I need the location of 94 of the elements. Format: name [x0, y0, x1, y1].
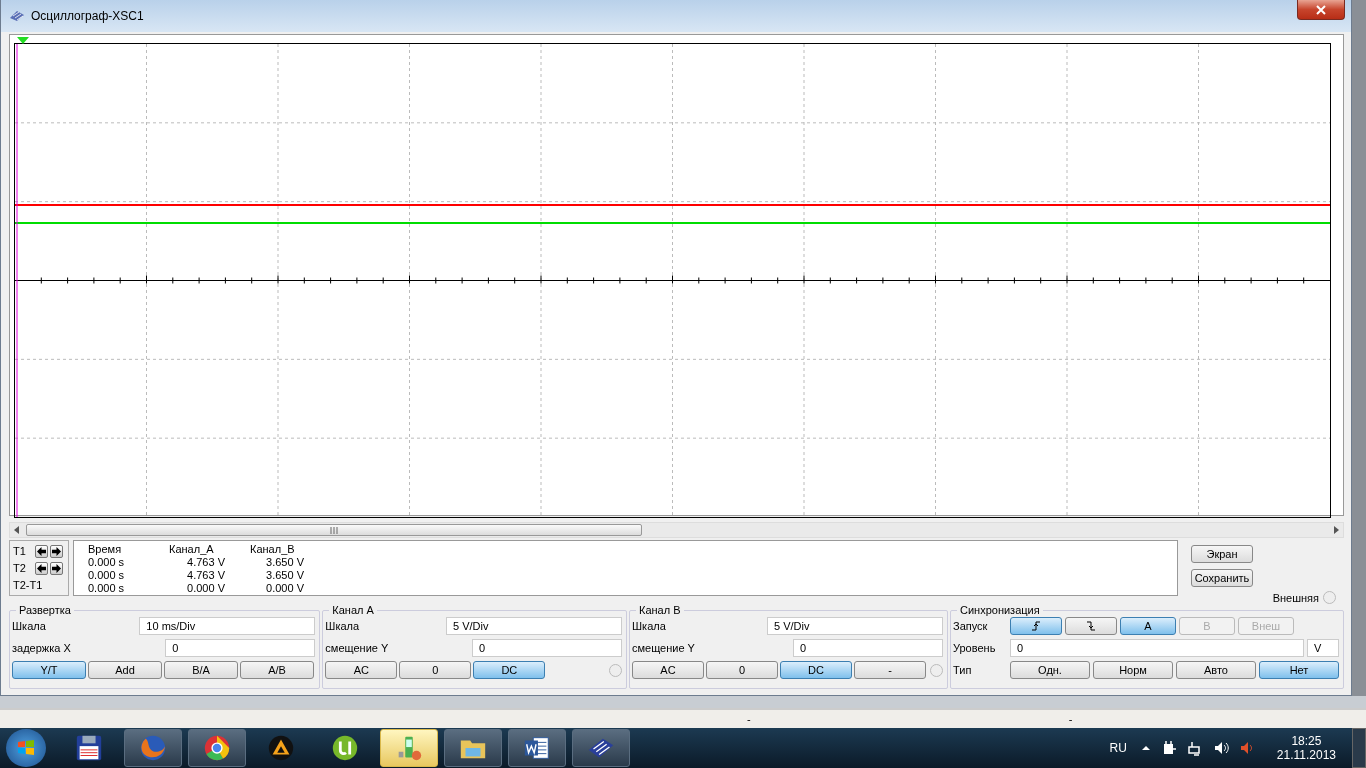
windows-logo-icon — [16, 738, 36, 758]
side-button[interactable]: Экран — [1191, 545, 1253, 563]
clock[interactable]: 18:25 21.11.2013 — [1276, 734, 1336, 762]
scroll-right-icon[interactable] — [1333, 526, 1339, 534]
edge-button[interactable] — [1010, 617, 1062, 635]
cursor-marker-icon[interactable] — [17, 37, 29, 44]
channel-radio[interactable] — [930, 663, 943, 677]
mode-button[interactable]: B/A — [164, 661, 238, 679]
type-button[interactable]: Норм — [1093, 661, 1173, 679]
coupling-button[interactable]: - — [854, 661, 926, 679]
scroll-left-icon[interactable] — [14, 526, 20, 534]
table-cell-text: 0.000 s — [87, 582, 126, 595]
input-field[interactable]: 0 — [793, 639, 943, 657]
coupling-button[interactable]: DC — [473, 661, 546, 679]
type-button[interactable]: Одн. — [1010, 661, 1090, 679]
input-field[interactable]: 5 V/Div — [767, 617, 943, 635]
mode-button[interactable]: A/B — [240, 661, 314, 679]
network-icon[interactable] — [1186, 740, 1203, 756]
close-button[interactable] — [1297, 0, 1345, 20]
horizontal-scrollbar[interactable] — [9, 522, 1344, 538]
move-left-button[interactable] — [35, 544, 48, 558]
move-right-button[interactable] — [50, 561, 63, 575]
input-field[interactable]: 10 ms/Div — [139, 617, 316, 635]
coupling-button[interactable]: AC — [325, 661, 398, 679]
input-field[interactable]: 0 — [165, 639, 316, 657]
app-icon — [9, 10, 25, 22]
field-label: смещение Y — [325, 642, 390, 654]
table-cell-text: 0.000 V — [265, 582, 304, 595]
scroll-thumb[interactable] — [26, 524, 642, 536]
fox-globe-icon — [138, 733, 168, 763]
language-indicator[interactable]: RU — [1109, 741, 1127, 755]
taskbar-app-button[interactable] — [444, 729, 502, 767]
channel-radio[interactable] — [609, 663, 622, 677]
mode-button[interactable]: Y/T — [12, 661, 86, 679]
start-button[interactable] — [6, 729, 46, 767]
table-cell-text: 0.000 s — [87, 569, 126, 582]
group-title: Синхронизация — [959, 604, 1041, 616]
coupling-button[interactable]: AC — [632, 661, 704, 679]
mode-button[interactable]: Add — [88, 661, 162, 679]
input-field[interactable]: 0 — [1010, 639, 1304, 657]
taskbar-app-button[interactable] — [188, 729, 246, 767]
side-button[interactable]: Сохранить — [1191, 569, 1253, 587]
move-left-button[interactable] — [35, 561, 48, 575]
source-button[interactable]: A — [1120, 617, 1176, 635]
column-header: Время — [87, 543, 123, 556]
input-field[interactable]: 5 V/Div — [446, 617, 622, 635]
falling-edge-icon — [1086, 621, 1096, 631]
status-text: - — [747, 713, 751, 725]
group-title: Канал A — [331, 604, 375, 616]
close-icon — [1316, 4, 1326, 15]
round-browser-icon — [202, 733, 232, 763]
triangle-player-icon — [266, 733, 296, 763]
clock-time: 18:25 — [1291, 734, 1322, 748]
status-text: - — [1068, 713, 1073, 725]
field-label: смещение Y — [632, 642, 696, 654]
coupling-button[interactable]: 0 — [706, 661, 778, 679]
move-right-button[interactable] — [50, 544, 63, 558]
table-cell-text: 4.763 V — [186, 556, 225, 569]
mu-letter-icon — [330, 733, 360, 763]
coupling-button[interactable]: DC — [780, 661, 852, 679]
coupling-button[interactable]: 0 — [399, 661, 472, 679]
table-cell-text: 3.650 V — [265, 556, 304, 569]
external-label: Внешняя — [1272, 591, 1319, 604]
input-field[interactable]: 0 — [472, 639, 622, 657]
cursor-label: T2-T1 — [13, 579, 43, 591]
field-label: Запуск — [953, 620, 989, 632]
rising-edge-icon — [1031, 621, 1041, 631]
type-button[interactable]: Авто — [1176, 661, 1256, 679]
volume-icon[interactable] — [1212, 740, 1229, 756]
window-title: Осциллограф-XSC1 — [31, 9, 144, 23]
clock-date: 21.11.2013 — [1276, 748, 1336, 762]
speaker-icon[interactable] — [1238, 740, 1255, 756]
column-header: Канал_B — [249, 543, 296, 556]
edge-button[interactable] — [1065, 617, 1117, 635]
unit-field[interactable]: V — [1307, 639, 1339, 657]
table-cell-text: 3.650 V — [265, 569, 304, 582]
cursor-label: T1 — [13, 545, 27, 557]
field-label: Шкала — [325, 620, 361, 632]
table-cell-text: 0.000 s — [87, 556, 126, 569]
cursor-label: T2 — [13, 562, 27, 574]
field-label: Уровень — [953, 642, 997, 654]
field-label: Тип — [953, 664, 973, 676]
field-label: Шкала — [12, 620, 47, 632]
type-button[interactable]: Нет — [1259, 661, 1339, 679]
column-header: Канал_A — [168, 543, 215, 556]
taskbar-app-button[interactable] — [508, 729, 566, 767]
group-title: Канал B — [638, 604, 682, 616]
external-radio[interactable] — [1323, 591, 1336, 604]
show-hidden-icons-icon[interactable] — [1140, 743, 1151, 753]
table-cell-text: 0.000 V — [186, 582, 225, 595]
table-cell-text: 4.763 V — [186, 569, 225, 582]
group-title: Развертка — [18, 604, 72, 616]
field-label: задержка X — [12, 642, 72, 654]
field-label: Шкала — [632, 620, 667, 632]
